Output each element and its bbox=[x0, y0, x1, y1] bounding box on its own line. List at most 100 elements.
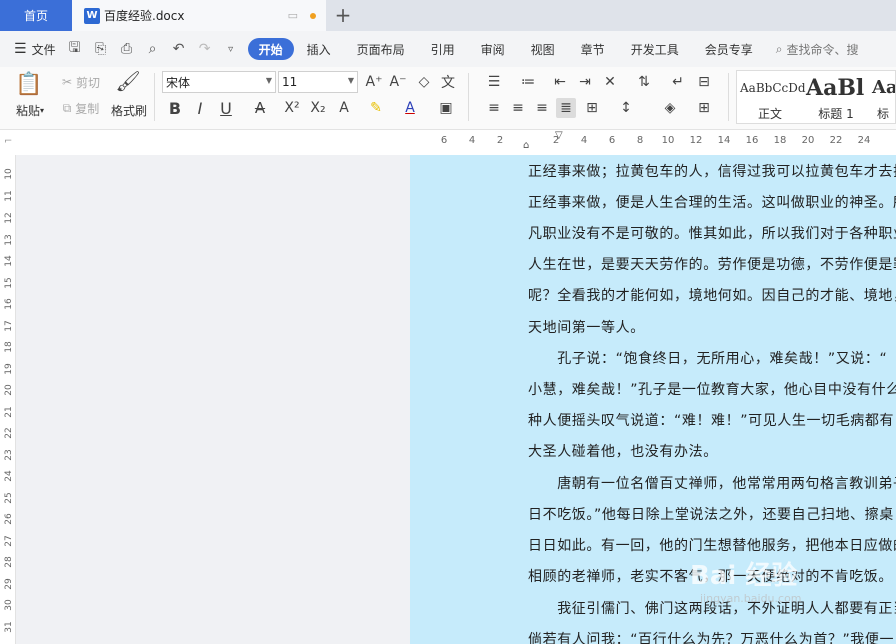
ruler-tick: 22 bbox=[4, 427, 14, 439]
command-search[interactable]: ⌕ 查找命令、搜 bbox=[776, 41, 859, 58]
style-heading-1[interactable]: AaBl 标题 1 bbox=[803, 71, 869, 123]
hamburger-icon: ☰ bbox=[14, 41, 27, 57]
ruler-tick: 13 bbox=[4, 234, 14, 246]
borders-icon[interactable]: ⊞ bbox=[694, 98, 714, 118]
superscript-icon[interactable]: X² bbox=[282, 98, 302, 118]
horizontal-ruler[interactable]: 6 4 2 ⌂ 2 ▽ 4 6 8 10 12 14 16 18 20 22 2… bbox=[0, 130, 896, 155]
copy-label: 复制 bbox=[75, 101, 100, 116]
ruler-tick: 10 bbox=[4, 168, 14, 180]
chinese-layout-icon[interactable]: ✕ bbox=[600, 72, 620, 92]
strikethrough-icon[interactable]: A bbox=[250, 98, 270, 118]
increase-indent-icon[interactable]: ⇥ bbox=[575, 72, 595, 92]
numbered-list-icon[interactable]: ≔ bbox=[518, 72, 538, 92]
monitor-icon[interactable]: ▭ bbox=[288, 9, 298, 22]
shading-icon[interactable]: ◈ bbox=[660, 98, 680, 118]
font-size-value: 11 bbox=[282, 75, 298, 89]
italic-icon[interactable]: I bbox=[190, 98, 210, 118]
align-center-icon[interactable]: ≡ bbox=[508, 98, 528, 118]
tab-start[interactable]: 开始 bbox=[247, 38, 294, 60]
format-painter-button[interactable]: 格式刷 bbox=[108, 101, 150, 119]
ruler-tick: 4 bbox=[468, 135, 476, 146]
bold-icon[interactable]: B bbox=[165, 98, 185, 118]
scissors-icon: ✂ bbox=[61, 75, 73, 89]
text-line: 凡职业没有不是可敬的。惟其如此，所以我们对于各种职业 bbox=[528, 226, 896, 242]
first-line-indent-icon[interactable]: ▽ bbox=[555, 130, 563, 141]
ruler-tick: 24 bbox=[4, 470, 14, 482]
tab-home[interactable]: 首页 bbox=[0, 0, 72, 31]
tab-developer[interactable]: 开发工具 bbox=[618, 38, 692, 60]
align-left-icon[interactable]: ≡ bbox=[484, 98, 504, 118]
tab-section[interactable]: 章节 bbox=[568, 38, 618, 60]
divider bbox=[154, 73, 155, 121]
quick-access-toolbar: 🖫 ⎘ ⎙ ⌕ ↶ ↷ ▿ bbox=[66, 37, 240, 61]
ruler-tick: 11 bbox=[4, 190, 14, 202]
clear-format-icon[interactable]: ◇ bbox=[414, 72, 434, 92]
print-preview-icon[interactable]: ⌕ bbox=[144, 41, 162, 57]
indent-marker-icon[interactable]: ⌂ bbox=[523, 140, 529, 151]
shrink-font-icon[interactable]: A⁻ bbox=[388, 72, 408, 92]
underline-icon[interactable]: U bbox=[216, 98, 236, 118]
ruler-tick: 12 bbox=[4, 212, 14, 224]
ruler-tick: 10 bbox=[661, 135, 675, 146]
new-tab-plus-icon[interactable]: + bbox=[332, 3, 354, 27]
tab-page-layout[interactable]: 页面布局 bbox=[344, 38, 418, 60]
copy-button[interactable]: ⧉ 复制 bbox=[56, 99, 106, 117]
ruler-tick: 8 bbox=[636, 135, 644, 146]
unsaved-dot-icon bbox=[310, 12, 316, 19]
redo-icon[interactable]: ↷ bbox=[196, 41, 214, 57]
text-effect-icon[interactable]: A bbox=[334, 98, 354, 118]
tab-document[interactable]: W 百度经验.docx ▭ bbox=[72, 0, 326, 31]
show-marks-icon[interactable]: ↵ bbox=[668, 72, 688, 92]
ruler-tick: 24 bbox=[857, 135, 871, 146]
highlight-icon[interactable]: ✎ bbox=[366, 98, 386, 118]
tab-review[interactable]: 审阅 bbox=[468, 38, 518, 60]
style-heading-2[interactable]: AaB 标 bbox=[869, 71, 895, 123]
distributed-icon[interactable]: ⊞ bbox=[582, 98, 602, 118]
ruler-tick: 16 bbox=[745, 135, 759, 146]
ruler-tick: 6 bbox=[608, 135, 616, 146]
save-icon[interactable]: 🖫 bbox=[66, 37, 84, 61]
style-heading-1-label: 标题 1 bbox=[818, 107, 854, 121]
align-right-icon[interactable]: ≡ bbox=[532, 98, 552, 118]
ruler-tick: 25 bbox=[4, 492, 14, 504]
ruler-tick: 30 bbox=[4, 599, 14, 611]
divider bbox=[468, 73, 469, 121]
undo-icon[interactable]: ↶ bbox=[170, 41, 188, 57]
tab-references[interactable]: 引用 bbox=[418, 38, 468, 60]
vertical-ruler[interactable]: 10 11 12 13 14 15 16 17 18 19 20 21 22 2… bbox=[0, 155, 16, 644]
bullet-list-icon[interactable]: ☰ bbox=[484, 72, 504, 92]
tab-insert[interactable]: 插入 bbox=[294, 38, 344, 60]
ruler-tick: 26 bbox=[4, 513, 14, 525]
format-painter-icon[interactable]: 🖌 bbox=[115, 69, 140, 93]
justify-icon[interactable]: ≣ bbox=[556, 98, 576, 118]
tab-view[interactable]: 视图 bbox=[518, 38, 568, 60]
cut-label: 剪切 bbox=[76, 75, 101, 90]
export-icon[interactable]: ⎘ bbox=[92, 41, 110, 57]
paste-icon[interactable]: 📋 bbox=[15, 71, 42, 97]
decrease-indent-icon[interactable]: ⇤ bbox=[550, 72, 570, 92]
ruler-tick: 16 bbox=[4, 298, 14, 310]
ruler-tick: 18 bbox=[4, 341, 14, 353]
subscript-icon[interactable]: X₂ bbox=[308, 98, 328, 118]
file-menu[interactable]: ☰ 文件 bbox=[14, 41, 56, 58]
font-size-select[interactable]: 11 ▼ bbox=[278, 71, 358, 93]
customize-dropdown-icon[interactable]: ▿ bbox=[222, 44, 240, 55]
grow-font-icon[interactable]: A⁺ bbox=[364, 72, 384, 92]
character-border-icon[interactable]: ▣ bbox=[436, 98, 456, 118]
divider bbox=[728, 73, 729, 121]
print-icon[interactable]: ⎙ bbox=[118, 41, 136, 57]
font-name-select[interactable]: 宋体 ▼ bbox=[162, 71, 276, 93]
tab-marker-icon[interactable]: ⊟ bbox=[694, 72, 714, 92]
tab-member[interactable]: 会员专享 bbox=[692, 38, 766, 60]
ruler-tick: 18 bbox=[773, 135, 787, 146]
line-spacing-icon[interactable]: ↕ bbox=[616, 98, 636, 118]
phonetic-guide-icon[interactable]: 文 bbox=[438, 72, 458, 92]
paste-button[interactable]: 粘贴 ▾ bbox=[10, 101, 50, 119]
sort-icon[interactable]: ⇅ bbox=[634, 72, 654, 92]
cut-button[interactable]: ✂ 剪切 bbox=[56, 73, 106, 91]
style-normal[interactable]: AaBbCcDd 正文 bbox=[737, 71, 806, 123]
font-color-icon[interactable]: A bbox=[400, 98, 420, 118]
styles-gallery: AaBbCcDd 正文 AaBl 标题 1 AaB 标 bbox=[736, 70, 896, 124]
ruler-tick: 15 bbox=[4, 277, 14, 289]
ruler-tick: 14 bbox=[4, 255, 14, 267]
